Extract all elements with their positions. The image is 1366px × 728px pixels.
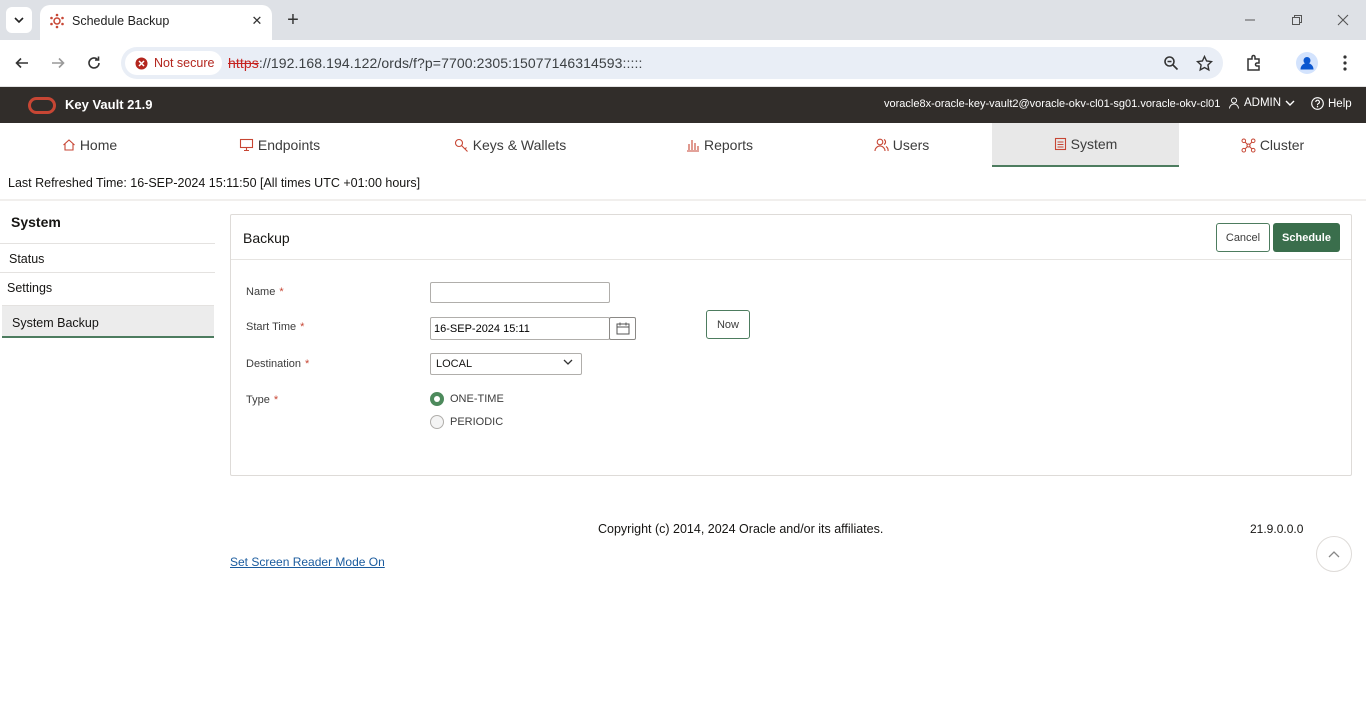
tab-title: Schedule Backup — [72, 14, 170, 28]
user-icon — [1229, 97, 1239, 109]
tab-system-label: System — [1070, 136, 1118, 152]
users-icon — [874, 138, 889, 152]
app-favicon-icon — [50, 13, 64, 29]
monitor-icon — [239, 138, 253, 152]
cancel-button[interactable]: Cancel — [1216, 223, 1270, 252]
tab-endpoints-label: Endpoints — [257, 137, 321, 153]
forward-icon[interactable] — [47, 52, 69, 74]
window-close-icon[interactable] — [1333, 10, 1353, 30]
tab-users[interactable]: Users — [812, 123, 991, 167]
restore-icon[interactable] — [1287, 10, 1307, 30]
tab-users-label: Users — [892, 137, 930, 153]
last-refreshed-text: Last Refreshed Time: 16-SEP-2024 15:11:5… — [8, 176, 421, 190]
profile-avatar-icon[interactable] — [1296, 52, 1318, 74]
main-nav: Home Endpoints Keys & Wallets Reports Us… — [0, 123, 1366, 167]
schedule-button[interactable]: Schedule — [1273, 223, 1340, 252]
panel-header: Backup Cancel Schedule — [231, 215, 1351, 260]
required-marker: * — [273, 394, 279, 406]
side-item-system-backup[interactable]: System Backup — [2, 305, 214, 338]
now-button[interactable]: Now — [706, 310, 750, 339]
bar-chart-icon — [686, 140, 699, 152]
tab-keys-wallets[interactable]: Keys & Wallets — [400, 123, 620, 167]
security-label: Not secure — [154, 56, 215, 70]
account-name: voracle8x-oracle-key-vault2@voracle-okv-… — [884, 98, 1221, 110]
address-bar[interactable]: Not secure https://192.168.194.122/ords/… — [121, 47, 1223, 79]
app-name[interactable]: Key Vault 21.9 — [65, 97, 152, 112]
screen-reader-link[interactable]: Set Screen Reader Mode On — [230, 555, 385, 569]
tab-reports[interactable]: Reports — [630, 123, 809, 167]
calendar-icon — [616, 322, 629, 335]
side-menu-title: System — [11, 214, 61, 230]
required-marker: * — [300, 321, 305, 333]
start-time-input[interactable] — [430, 317, 610, 340]
back-icon[interactable] — [11, 52, 33, 74]
home-icon — [62, 139, 75, 151]
more-menu-icon[interactable] — [1334, 52, 1356, 74]
type-label: Type * — [246, 394, 279, 406]
chevron-down-icon — [563, 359, 573, 365]
help-label: Help — [1328, 97, 1352, 110]
cluster-icon — [1241, 138, 1256, 152]
required-marker: * — [305, 358, 310, 370]
radio-checked-icon[interactable] — [430, 392, 444, 406]
version-text: 21.9.0.0.0 — [1250, 522, 1304, 536]
tab-endpoints[interactable]: Endpoints — [190, 123, 369, 167]
divider — [0, 199, 1366, 201]
chevron-up-icon — [1328, 551, 1340, 558]
tab-system[interactable]: System — [992, 123, 1179, 167]
user-name: ADMIN — [1244, 97, 1282, 109]
name-label: Name * — [246, 286, 284, 298]
destination-select[interactable]: LOCAL — [430, 353, 582, 375]
tab-reports-label: Reports — [703, 137, 754, 153]
radio-periodic[interactable]: PERIODIC — [430, 415, 503, 429]
extensions-icon[interactable] — [1243, 52, 1265, 74]
tab-cluster[interactable]: Cluster — [1183, 123, 1362, 167]
tab-keys-wallets-label: Keys & Wallets — [472, 137, 567, 153]
calendar-button[interactable] — [609, 317, 636, 340]
app-header: Key Vault 21.9 voracle8x-oracle-key-vaul… — [0, 87, 1366, 123]
url-text[interactable]: https://192.168.194.122/ords/f?p=7700:23… — [228, 55, 643, 71]
chevron-down-icon — [14, 17, 24, 24]
destination-label: Destination * — [246, 358, 310, 370]
browser-tabstrip: Schedule Backup ✕ + — [0, 0, 1366, 40]
warning-icon — [135, 57, 148, 69]
reload-icon[interactable] — [83, 52, 105, 74]
radio-periodic-label: PERIODIC — [450, 416, 504, 428]
radio-one-time-label: ONE-TIME — [450, 393, 504, 405]
tab-home-label: Home — [79, 137, 118, 153]
user-menu[interactable]: ADMIN — [1228, 97, 1295, 109]
tab-home[interactable]: Home — [0, 123, 179, 167]
radio-unchecked-icon[interactable] — [430, 415, 444, 429]
side-item-status[interactable]: Status — [0, 243, 215, 273]
key-icon — [454, 138, 468, 152]
start-time-label: Start Time * — [246, 321, 305, 333]
side-item-settings[interactable]: Settings — [0, 272, 215, 302]
minimize-icon[interactable] — [1240, 10, 1260, 30]
oracle-logo-icon[interactable] — [28, 97, 56, 114]
help-link[interactable]: Help — [1311, 97, 1352, 110]
back-to-top-button[interactable] — [1316, 536, 1352, 572]
help-icon — [1311, 97, 1324, 110]
tab-cluster-label: Cluster — [1259, 137, 1305, 153]
browser-tab[interactable]: Schedule Backup ✕ — [40, 5, 272, 40]
chevron-down-icon — [1285, 100, 1295, 106]
tab-close-icon[interactable]: ✕ — [248, 12, 266, 30]
new-tab-button[interactable]: + — [282, 9, 304, 31]
security-chip[interactable]: Not secure — [125, 51, 223, 75]
list-icon — [1054, 137, 1066, 151]
backup-panel: Backup Cancel Schedule Name * Start Time *… — [230, 214, 1352, 476]
copyright-text: Copyright (c) 2014, 2024 Oracle and/or i… — [598, 522, 884, 536]
zoom-icon[interactable] — [1161, 53, 1181, 73]
radio-one-time[interactable]: ONE-TIME — [430, 392, 504, 406]
required-marker: * — [279, 286, 284, 298]
tab-search-button[interactable] — [6, 7, 32, 33]
browser-toolbar: Not secure https://192.168.194.122/ords/… — [0, 40, 1366, 87]
bookmark-star-icon[interactable] — [1194, 53, 1214, 73]
name-input[interactable] — [430, 282, 610, 303]
destination-value: LOCAL — [436, 358, 473, 370]
panel-title: Backup — [243, 230, 290, 246]
